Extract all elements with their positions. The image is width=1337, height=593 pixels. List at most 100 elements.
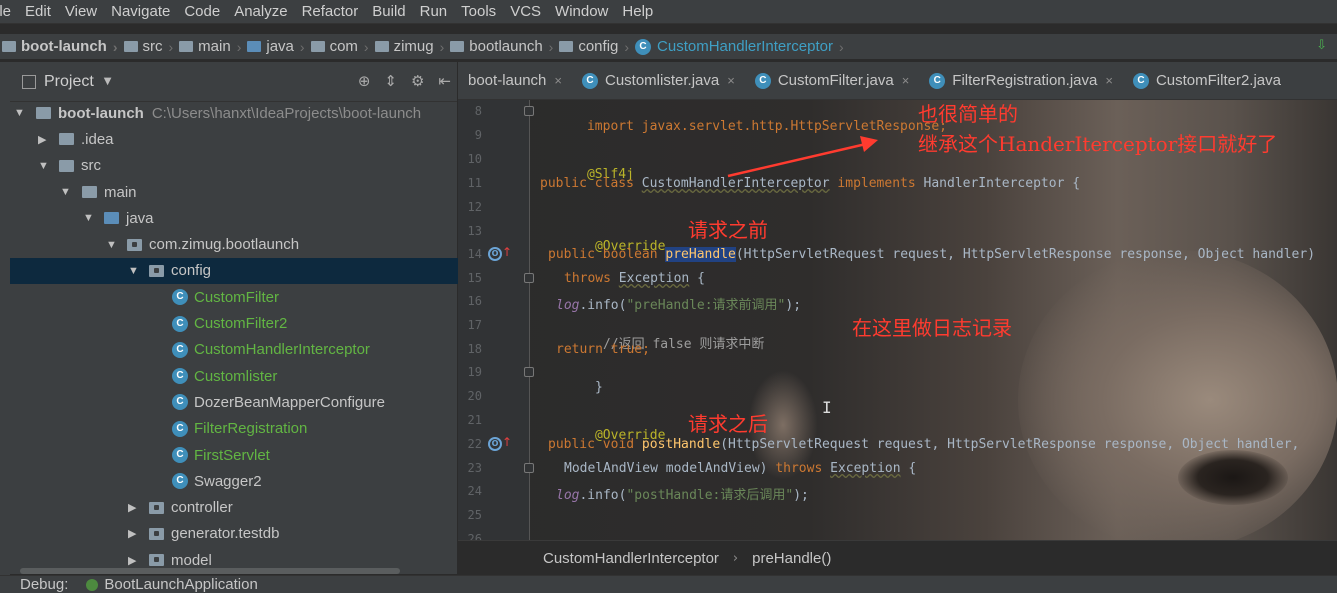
close-icon[interactable]: × [1105, 73, 1113, 88]
collapse-arrow-icon[interactable]: ▶ [128, 527, 136, 540]
bottom-tool-bar: Debug: BootLaunchApplication [0, 575, 1337, 593]
hide-icon[interactable]: ⇤ [438, 72, 451, 90]
package-icon [127, 238, 142, 251]
tree-item-package[interactable]: ▼ com.zimug.bootlaunch [10, 231, 458, 257]
project-title[interactable]: Project [44, 73, 94, 91]
collapse-arrow-icon[interactable]: ▶ [128, 554, 136, 567]
folder-icon [59, 159, 74, 172]
tree-item-class[interactable]: C Customlister [10, 363, 458, 389]
menu-tools[interactable]: Tools [461, 3, 496, 20]
expand-arrow-icon[interactable]: ▼ [128, 265, 139, 277]
run-config-label[interactable]: BootLaunchApplication [104, 576, 257, 593]
tree-item-src[interactable]: ▼ src [10, 153, 458, 179]
tree-item-controller[interactable]: ▶ controller [10, 494, 458, 520]
menu-edit[interactable]: Edit [25, 3, 51, 20]
line-number: 9 [474, 128, 482, 142]
class-icon: C [929, 72, 946, 89]
crumb-main[interactable]: main › [179, 38, 247, 55]
gear-icon[interactable]: ⚙ [411, 72, 424, 90]
crumb-com[interactable]: com › [310, 38, 375, 55]
tab-customfilter2[interactable]: C CustomFilter2.java [1123, 62, 1291, 100]
package-icon [559, 41, 574, 52]
tree-item-config[interactable]: ▼ config [10, 257, 458, 285]
tab-boot-launch[interactable]: boot-launch × [458, 62, 572, 100]
tree-item-java[interactable]: ▼ java [10, 205, 458, 231]
expand-arrow-icon[interactable]: ▼ [106, 239, 117, 251]
line-number: 17 [467, 318, 482, 332]
menu-help[interactable]: Help [622, 3, 653, 20]
tree-item-class[interactable]: C CustomHandlerInterceptor [10, 337, 458, 363]
crumb-bootlaunch[interactable]: bootlaunch › [450, 38, 559, 55]
tab-filterregistration[interactable]: C FilterRegistration.java × [919, 62, 1123, 100]
menu-view[interactable]: View [65, 3, 97, 20]
fold-marker-icon[interactable] [524, 463, 534, 473]
crumb-label: CustomHandlerInterceptor [657, 38, 833, 55]
code-line: log.info("preHandle:请求前调用"); [556, 298, 802, 313]
chevron-right-icon: › [548, 38, 554, 55]
menu-run[interactable]: Run [420, 3, 448, 20]
menu-file[interactable]: ile [0, 3, 11, 20]
tree-item-generator[interactable]: ▶ generator.testdb [10, 521, 458, 547]
source-folder-icon [104, 212, 119, 225]
line-number: 16 [467, 294, 482, 308]
menu-navigate[interactable]: Navigate [111, 3, 170, 20]
expand-arrow-icon[interactable]: ▼ [60, 186, 71, 198]
tree-item-class[interactable]: C CustomFilter2 [10, 310, 458, 336]
tree-item-idea[interactable]: ▶ .idea [10, 126, 458, 152]
crumb-zimug[interactable]: zimug › [374, 38, 451, 55]
tree-item-boot-launch[interactable]: ▼ boot-launch C:\Users\hanxt\IdeaProject… [10, 100, 458, 126]
horizontal-scrollbar[interactable] [20, 568, 400, 574]
line-number: 12 [467, 200, 482, 214]
expand-arrow-icon[interactable]: ▼ [14, 107, 25, 119]
tree-item-class[interactable]: C CustomFilter [10, 284, 458, 310]
close-icon[interactable]: × [727, 73, 735, 88]
crumb-label: src [142, 38, 163, 55]
override-marker-icon[interactable]: O [488, 247, 502, 261]
source-folder-icon [247, 41, 262, 52]
menu-build[interactable]: Build [372, 3, 405, 20]
crumb-src[interactable]: src › [123, 38, 180, 55]
folder-icon [59, 133, 74, 146]
caret-down-icon[interactable]: ▼ [104, 76, 112, 87]
fold-marker-icon[interactable] [524, 367, 534, 377]
menu-code[interactable]: Code [184, 3, 220, 20]
crumb-project[interactable]: boot-launch › [2, 38, 124, 55]
tree-item-main[interactable]: ▼ main [10, 179, 458, 205]
tree-item-class[interactable]: C Swagger2 [10, 468, 458, 494]
menubar: ile Edit View Navigate Code Analyze Refa… [0, 0, 1337, 24]
close-icon[interactable]: × [902, 73, 910, 88]
breadcrumb-class[interactable]: CustomHandlerInterceptor [543, 550, 719, 567]
debug-tab-label[interactable]: Debug: [20, 576, 68, 593]
expand-arrow-icon[interactable]: ▼ [83, 212, 94, 224]
tab-customlister[interactable]: C Customlister.java × [572, 62, 745, 100]
tab-customfilter[interactable]: C CustomFilter.java × [745, 62, 919, 100]
fold-marker-icon[interactable] [524, 106, 534, 116]
folder-icon [123, 41, 138, 52]
collapse-arrow-icon[interactable]: ▶ [38, 133, 46, 146]
annotation-note: 在这里做日志记录 [852, 316, 1012, 340]
menu-refactor[interactable]: Refactor [302, 3, 359, 20]
arrow-up-icon[interactable]: ↑ [502, 435, 512, 449]
code-line: ModelAndView modelAndView) throws Except… [564, 461, 917, 476]
tree-item-class[interactable]: C FilterRegistration [10, 416, 458, 442]
fold-marker-icon[interactable] [524, 273, 534, 283]
vcs-update-icon[interactable]: ⇩ [1316, 38, 1327, 53]
menu-vcs[interactable]: VCS [510, 3, 541, 20]
override-marker-icon[interactable]: O [488, 437, 502, 451]
locate-icon[interactable]: ⊕ [358, 72, 371, 90]
expand-arrow-icon[interactable]: ▼ [38, 160, 49, 172]
breadcrumb-method[interactable]: preHandle() [752, 550, 831, 567]
arrow-up-icon[interactable]: ↑ [502, 245, 512, 259]
collapse-icon[interactable]: ⇕ [384, 72, 397, 90]
close-icon[interactable]: × [554, 73, 562, 88]
crumb-java[interactable]: java › [247, 38, 310, 55]
menu-analyze[interactable]: Analyze [234, 3, 287, 20]
tree-item-class[interactable]: C DozerBeanMapperConfigure [10, 389, 458, 415]
project-tree: ▼ boot-launch C:\Users\hanxt\IdeaProject… [10, 100, 458, 573]
tree-item-class[interactable]: C FirstServlet [10, 442, 458, 468]
code-line: public boolean preHandle(HttpServletRequ… [548, 247, 1316, 262]
crumb-config[interactable]: config › [559, 38, 635, 55]
crumb-class[interactable]: C CustomHandlerInterceptor › [635, 38, 850, 55]
collapse-arrow-icon[interactable]: ▶ [128, 501, 136, 514]
menu-window[interactable]: Window [555, 3, 608, 20]
